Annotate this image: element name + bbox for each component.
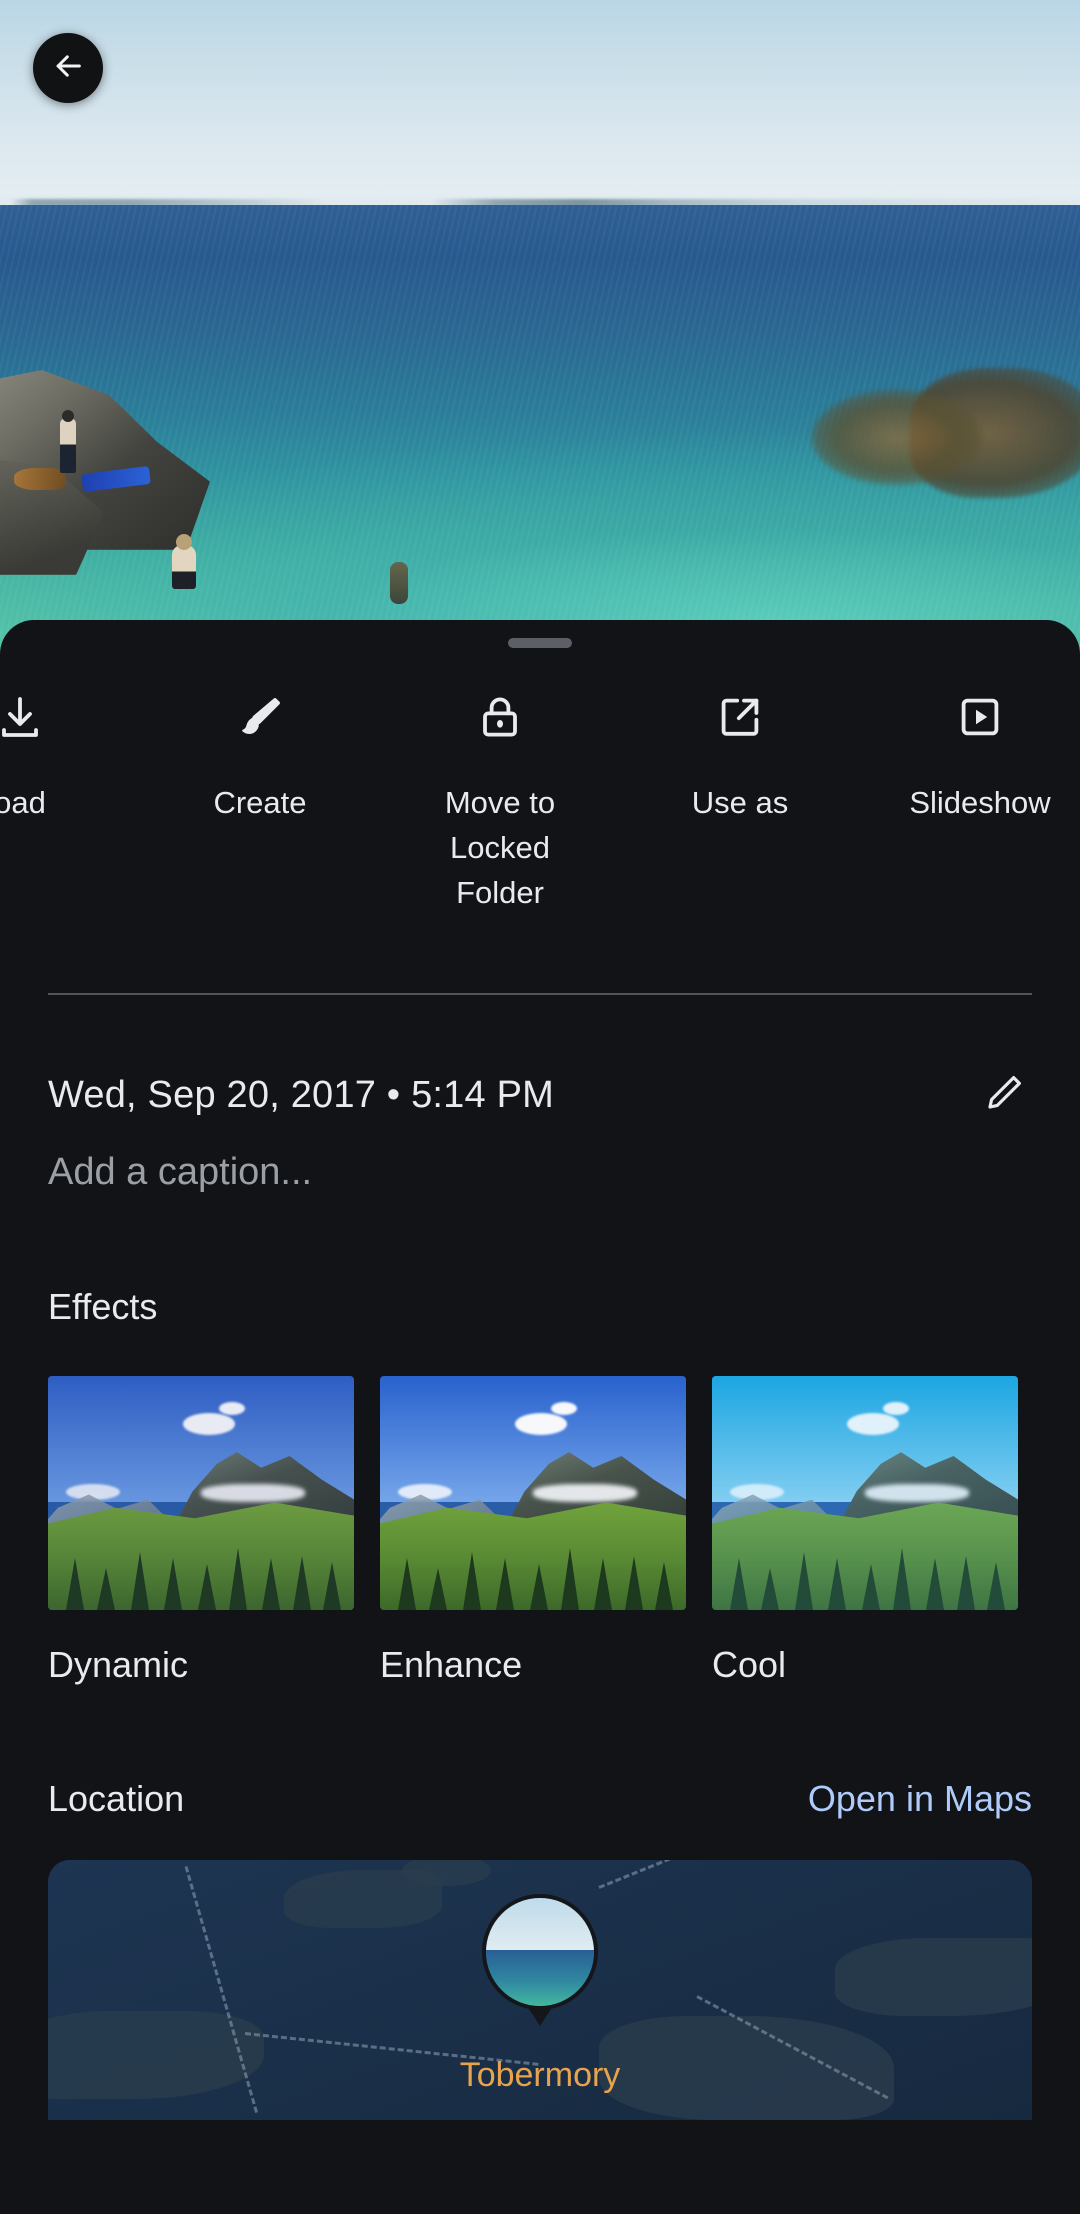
effect-label: Enhance xyxy=(380,1644,523,1685)
effect-label: Cool xyxy=(712,1644,787,1685)
sheet-drag-handle[interactable] xyxy=(508,638,572,648)
action-use-as[interactable]: Use as xyxy=(620,682,860,825)
pencil-edit-icon xyxy=(983,1072,1025,1119)
map-pin-thumbnail xyxy=(482,1894,598,2010)
photo-swimmer xyxy=(390,562,408,604)
effect-thumbnail xyxy=(48,1376,354,1610)
photo-person-standing xyxy=(60,418,76,473)
back-button[interactable] xyxy=(33,33,103,103)
location-section-header: Location Open in Maps xyxy=(0,1686,1080,1820)
effect-thumbnail xyxy=(380,1376,686,1610)
lock-icon xyxy=(476,682,524,752)
date-time-row: Wed, Sep 20, 2017 • 5:14 PM xyxy=(0,995,1080,1123)
effects-title: Effects xyxy=(48,1286,158,1327)
effect-dynamic[interactable]: Dynamic xyxy=(48,1376,354,1686)
action-use-as-label: Use as xyxy=(691,785,789,820)
action-move-to-locked-folder[interactable]: Move to Locked Folder xyxy=(380,682,620,915)
map-landmass xyxy=(835,1938,1032,2016)
photo-sky xyxy=(0,0,1080,205)
location-map[interactable]: Tobermory xyxy=(48,1860,1032,2120)
action-create-label: Create xyxy=(213,785,307,820)
action-download[interactable]: oad xyxy=(0,682,140,825)
edit-date-button[interactable] xyxy=(976,1067,1032,1123)
photo-date-time: Wed, Sep 20, 2017 • 5:14 PM xyxy=(48,1073,554,1116)
map-landmass xyxy=(599,2016,895,2120)
effect-enhance[interactable]: Enhance xyxy=(380,1376,686,1686)
hero-photo[interactable] xyxy=(0,0,1080,660)
open-in-new-icon xyxy=(716,682,764,752)
photo-person-standing-head xyxy=(62,410,74,422)
action-download-label: oad xyxy=(0,785,46,820)
download-icon xyxy=(0,682,44,752)
action-slideshow[interactable]: Slideshow xyxy=(860,682,1080,825)
effect-cool[interactable]: Cool xyxy=(712,1376,1018,1686)
photo-person-sitting xyxy=(172,545,196,589)
effects-section-header: Effects xyxy=(0,1194,1080,1328)
caption-input[interactable]: Add a caption... xyxy=(0,1123,1080,1194)
effects-carousel[interactable]: Dynamic Enhance Cool xyxy=(0,1328,1080,1686)
action-create[interactable]: Create xyxy=(140,682,380,825)
slideshow-play-icon xyxy=(956,682,1004,752)
map-place-label: Tobermory xyxy=(459,2056,621,2094)
effect-thumbnail xyxy=(712,1376,1018,1610)
brush-icon xyxy=(236,682,284,752)
action-slideshow-label: Slideshow xyxy=(909,785,1051,820)
action-move-to-locked-folder-label: Move to Locked Folder xyxy=(444,785,556,910)
photo-person-sitting-head xyxy=(176,534,192,550)
effect-label: Dynamic xyxy=(48,1644,189,1685)
open-in-maps-link[interactable]: Open in Maps xyxy=(808,1778,1032,1820)
details-bottom-sheet: oad Create Move to Locked Folder Use as … xyxy=(0,620,1080,2214)
arrow-back-icon xyxy=(51,49,85,88)
photo-detail-screen: oad Create Move to Locked Folder Use as … xyxy=(0,0,1080,2214)
location-title: Location xyxy=(48,1778,185,1819)
action-row: oad Create Move to Locked Folder Use as … xyxy=(0,648,1080,915)
photo-reef-right-2 xyxy=(812,390,982,485)
photo-dog xyxy=(14,468,66,490)
map-photo-pin[interactable] xyxy=(482,1894,598,2026)
